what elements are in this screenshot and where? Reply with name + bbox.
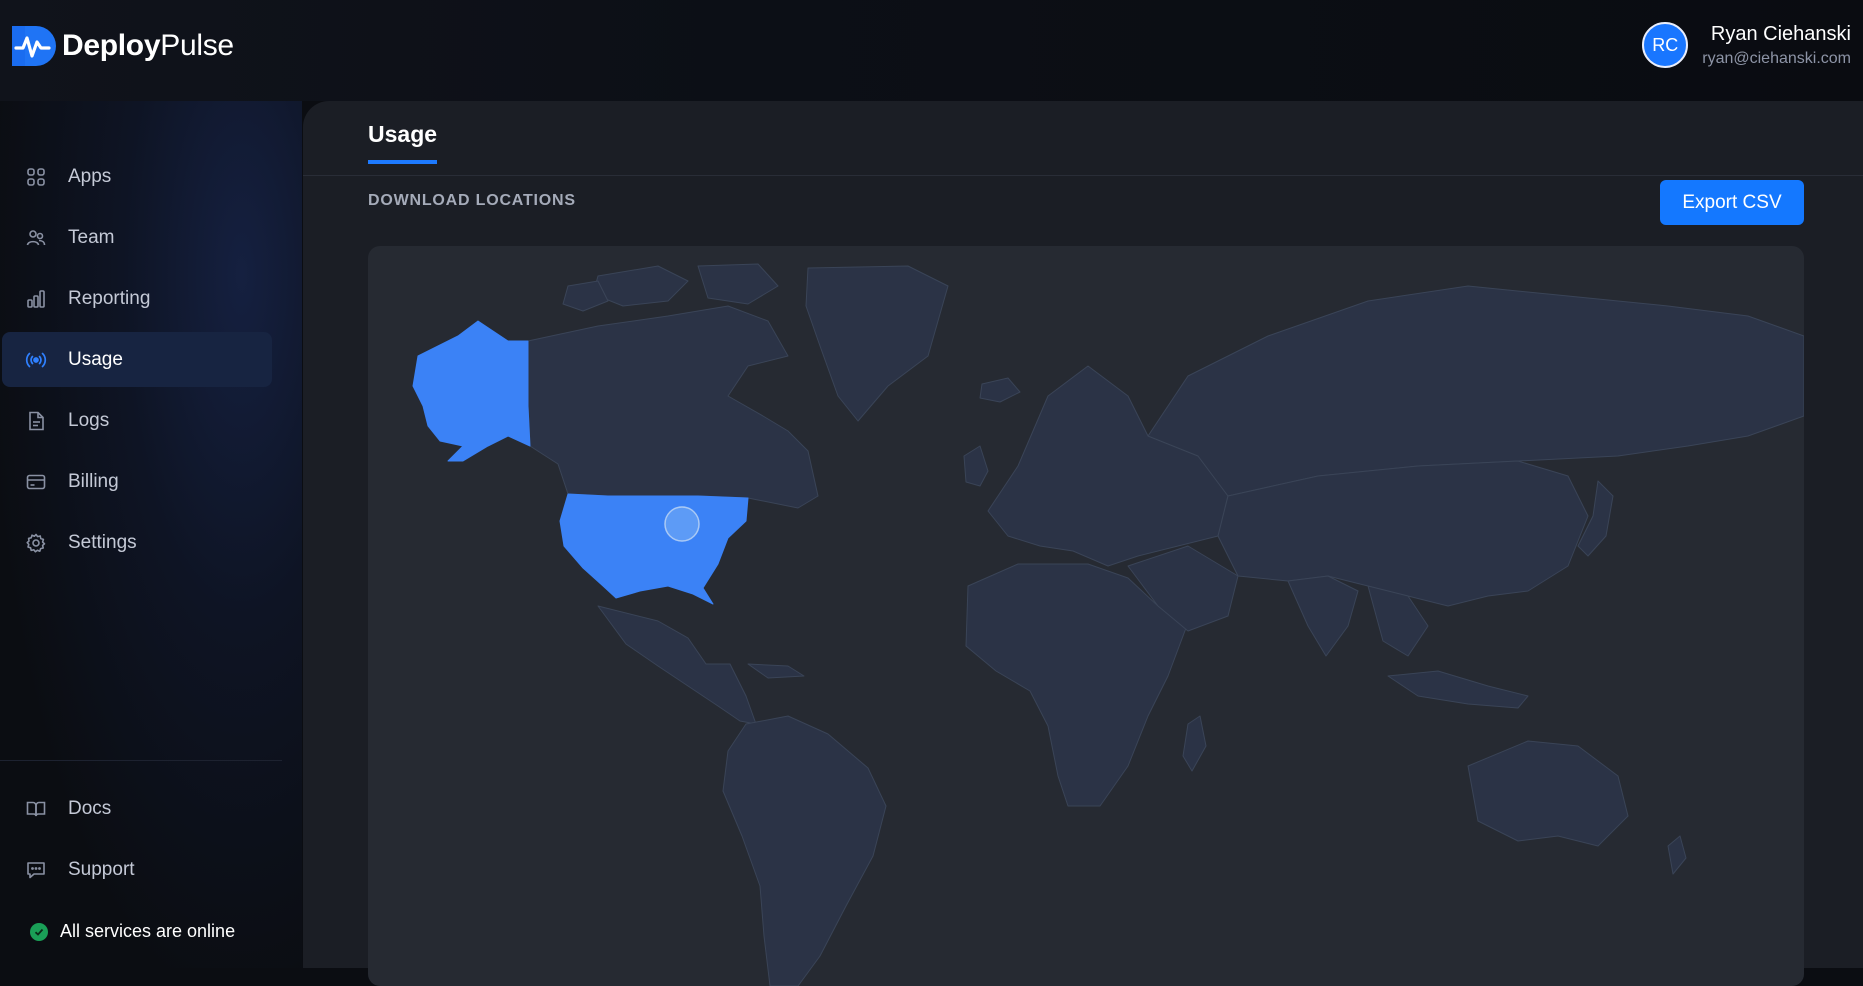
sidebar-item-label: Team <box>68 226 115 248</box>
sidebar-item-label: Apps <box>68 165 112 187</box>
download-locations-map[interactable] <box>368 246 1804 986</box>
sidebar-item-settings[interactable]: Settings <box>2 515 272 570</box>
sidebar-item-reporting[interactable]: Reporting <box>2 271 272 326</box>
map-region-indonesia <box>1387 670 1529 709</box>
sidebar-item-label: Logs <box>68 409 110 431</box>
tab-bar: Usage <box>303 101 1863 176</box>
team-icon <box>25 227 47 249</box>
broadcast-icon <box>25 349 47 371</box>
map-region-africa <box>965 563 1187 807</box>
avatar[interactable]: RC <box>1642 22 1689 68</box>
sidebar-item-billing[interactable]: Billing <box>2 454 272 509</box>
sidebar-item-label: Reporting <box>68 287 151 309</box>
sidebar-item-docs[interactable]: Docs <box>2 781 272 836</box>
sidebar-item-label: Support <box>68 858 135 880</box>
chat-icon <box>25 859 47 881</box>
map-region-uk <box>963 445 989 487</box>
service-status: All services are online <box>30 921 235 942</box>
sidebar-bottom-nav: Docs Support <box>2 781 272 903</box>
map-region-cuba <box>747 663 805 679</box>
book-icon <box>25 798 47 820</box>
world-map <box>412 263 1804 986</box>
sidebar: Apps Team Reporting Usage Logs Billing S… <box>0 101 302 968</box>
map-region-madagascar <box>1182 715 1207 772</box>
sidebar-item-team[interactable]: Team <box>2 210 272 265</box>
user-menu[interactable]: RC Ryan Ciehanski ryan@ciehanski.com <box>1642 22 1851 68</box>
location-marker <box>664 506 700 542</box>
map-region-mexico <box>597 605 757 725</box>
user-email: ryan@ciehanski.com <box>1702 49 1851 67</box>
sidebar-item-apps[interactable]: Apps <box>2 149 272 204</box>
user-name: Ryan Ciehanski <box>1710 22 1851 45</box>
tab-usage[interactable]: Usage <box>368 121 438 164</box>
sidebar-divider <box>0 760 282 761</box>
credit-card-icon <box>25 471 47 493</box>
map-region-new-zealand <box>1667 835 1687 875</box>
sidebar-item-logs[interactable]: Logs <box>2 393 272 448</box>
main-panel: Usage DOWNLOAD LOCATIONS Export CSV <box>303 101 1863 986</box>
sidebar-item-label: Docs <box>68 797 112 819</box>
map-region-arctic-islands-2 <box>697 263 779 305</box>
section-title: DOWNLOAD LOCATIONS <box>368 192 576 209</box>
check-circle-icon <box>30 922 48 941</box>
apps-grid-icon <box>25 166 47 188</box>
sidebar-item-support[interactable]: Support <box>2 842 272 897</box>
map-region-australia <box>1467 740 1629 847</box>
sidebar-item-label: Usage <box>68 348 123 370</box>
document-icon <box>25 410 47 432</box>
sidebar-item-usage[interactable]: Usage <box>2 332 272 387</box>
top-bar: DeployPulse RC Ryan Ciehanski ryan@cieha… <box>0 0 1863 101</box>
map-region-south-america <box>722 715 887 986</box>
map-region-iceland <box>979 377 1021 403</box>
map-region-india <box>1287 575 1359 657</box>
map-region-greenland <box>805 265 949 422</box>
sidebar-item-label: Billing <box>68 470 119 492</box>
gear-icon <box>25 532 47 554</box>
map-region-canada <box>527 305 819 509</box>
bar-chart-icon <box>25 288 47 310</box>
sidebar-nav: Apps Team Reporting Usage Logs Billing S… <box>2 149 272 576</box>
map-region-united-states <box>559 493 749 605</box>
deploypulse-logo-icon <box>12 26 56 66</box>
sidebar-item-label: Settings <box>68 531 137 553</box>
brand-name: DeployPulse <box>62 29 234 62</box>
map-region-alaska <box>412 320 531 462</box>
status-text: All services are online <box>60 921 236 941</box>
brand-logo[interactable]: DeployPulse <box>12 26 234 66</box>
export-csv-button[interactable]: Export CSV <box>1660 180 1804 225</box>
